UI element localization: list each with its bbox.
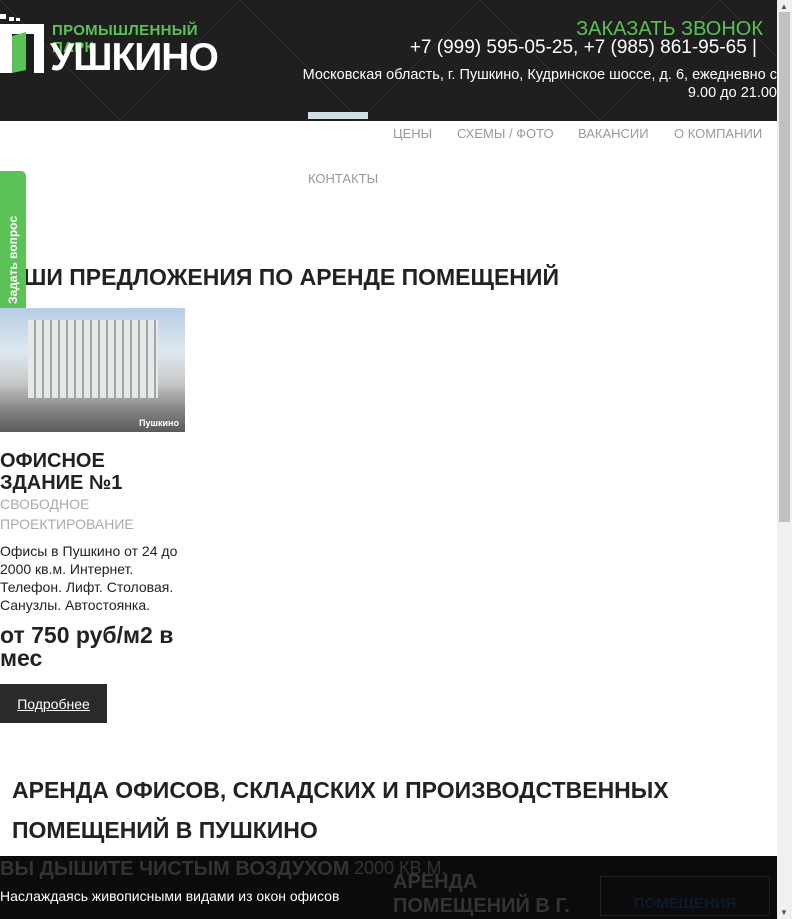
nav-prices[interactable]: ЦЕНЫ bbox=[393, 126, 432, 141]
card-price: от 750 руб/м2 в мес bbox=[0, 622, 174, 671]
scroll-down-icon[interactable]: ▼ bbox=[780, 908, 788, 917]
nav-vacancies[interactable]: ВАКАНСИИ bbox=[578, 126, 649, 141]
nav-schemes-photo[interactable]: СХЕМЫ / ФОТО bbox=[457, 126, 554, 141]
card-title[interactable]: ОФИСНОЕ ЗДАНИЕ №1 bbox=[0, 450, 150, 494]
ask-question-label: Задать вопрос bbox=[6, 215, 20, 305]
slide-badge[interactable]: ПОМЕЩЕНИЯ bbox=[600, 876, 770, 916]
slide-side-title: АРЕНДА ПОМЕЩЕНИЙ В Г. bbox=[393, 871, 570, 917]
slider[interactable]: ВЫ ДЫШИТЕ ЧИСТЫМ ВОЗДУХОМ 2000 КВ.М. Нас… bbox=[0, 856, 777, 919]
slide-caption: Наслаждаясь живописными видами из окон о… bbox=[0, 888, 340, 904]
header: ПРОМЫШЛЕННЫЙ ПАРК УШКИНО ЗАКАЗАТЬ ЗВОНОК… bbox=[0, 0, 777, 121]
nav-about[interactable]: О КОМПАНИИ bbox=[674, 126, 762, 141]
phone-numbers: +7 (999) 595-05-25, +7 (985) 861-95-65 | bbox=[409, 37, 757, 58]
nav-contacts[interactable]: КОНТАКТЫ bbox=[308, 171, 378, 186]
logo-mark-icon bbox=[0, 14, 44, 73]
logo-name: УШКИНО bbox=[50, 36, 219, 79]
nav-active-indicator bbox=[308, 112, 368, 119]
more-button[interactable]: Подробнее bbox=[0, 684, 107, 723]
address: Московская область, г. Пушкино, Кудринск… bbox=[302, 67, 777, 101]
photo-watermark: Пушкино bbox=[139, 418, 179, 428]
card-description: Офисы в Пушкино от 24 до 2000 кв.м. Инте… bbox=[0, 543, 178, 613]
offers-heading: НАШИ ПРЕДЛОЖЕНИЯ ПО АРЕНДЕ ПОМЕЩЕНИЙ bbox=[0, 264, 559, 290]
scroll-up-icon[interactable]: ▲ bbox=[780, 2, 788, 11]
main-heading: АРЕНДА ОФИСОВ, СКЛАДСКИХ И ПРОИЗВОДСТВЕН… bbox=[12, 777, 669, 843]
scrollbar-thumb[interactable] bbox=[779, 12, 790, 522]
logo[interactable]: ПРОМЫШЛЕННЫЙ ПАРК УШКИНО bbox=[0, 14, 222, 79]
slide-title: ВЫ ДЫШИТЕ ЧИСТЫМ ВОЗДУХОМ bbox=[0, 858, 350, 880]
card-subtitle: СВОБОДНОЕ ПРОЕКТИРОВАНИЕ bbox=[0, 496, 134, 532]
office-building-photo[interactable]: Пушкино bbox=[0, 308, 185, 432]
scrollbar[interactable]: ▲ ▼ bbox=[777, 0, 792, 919]
